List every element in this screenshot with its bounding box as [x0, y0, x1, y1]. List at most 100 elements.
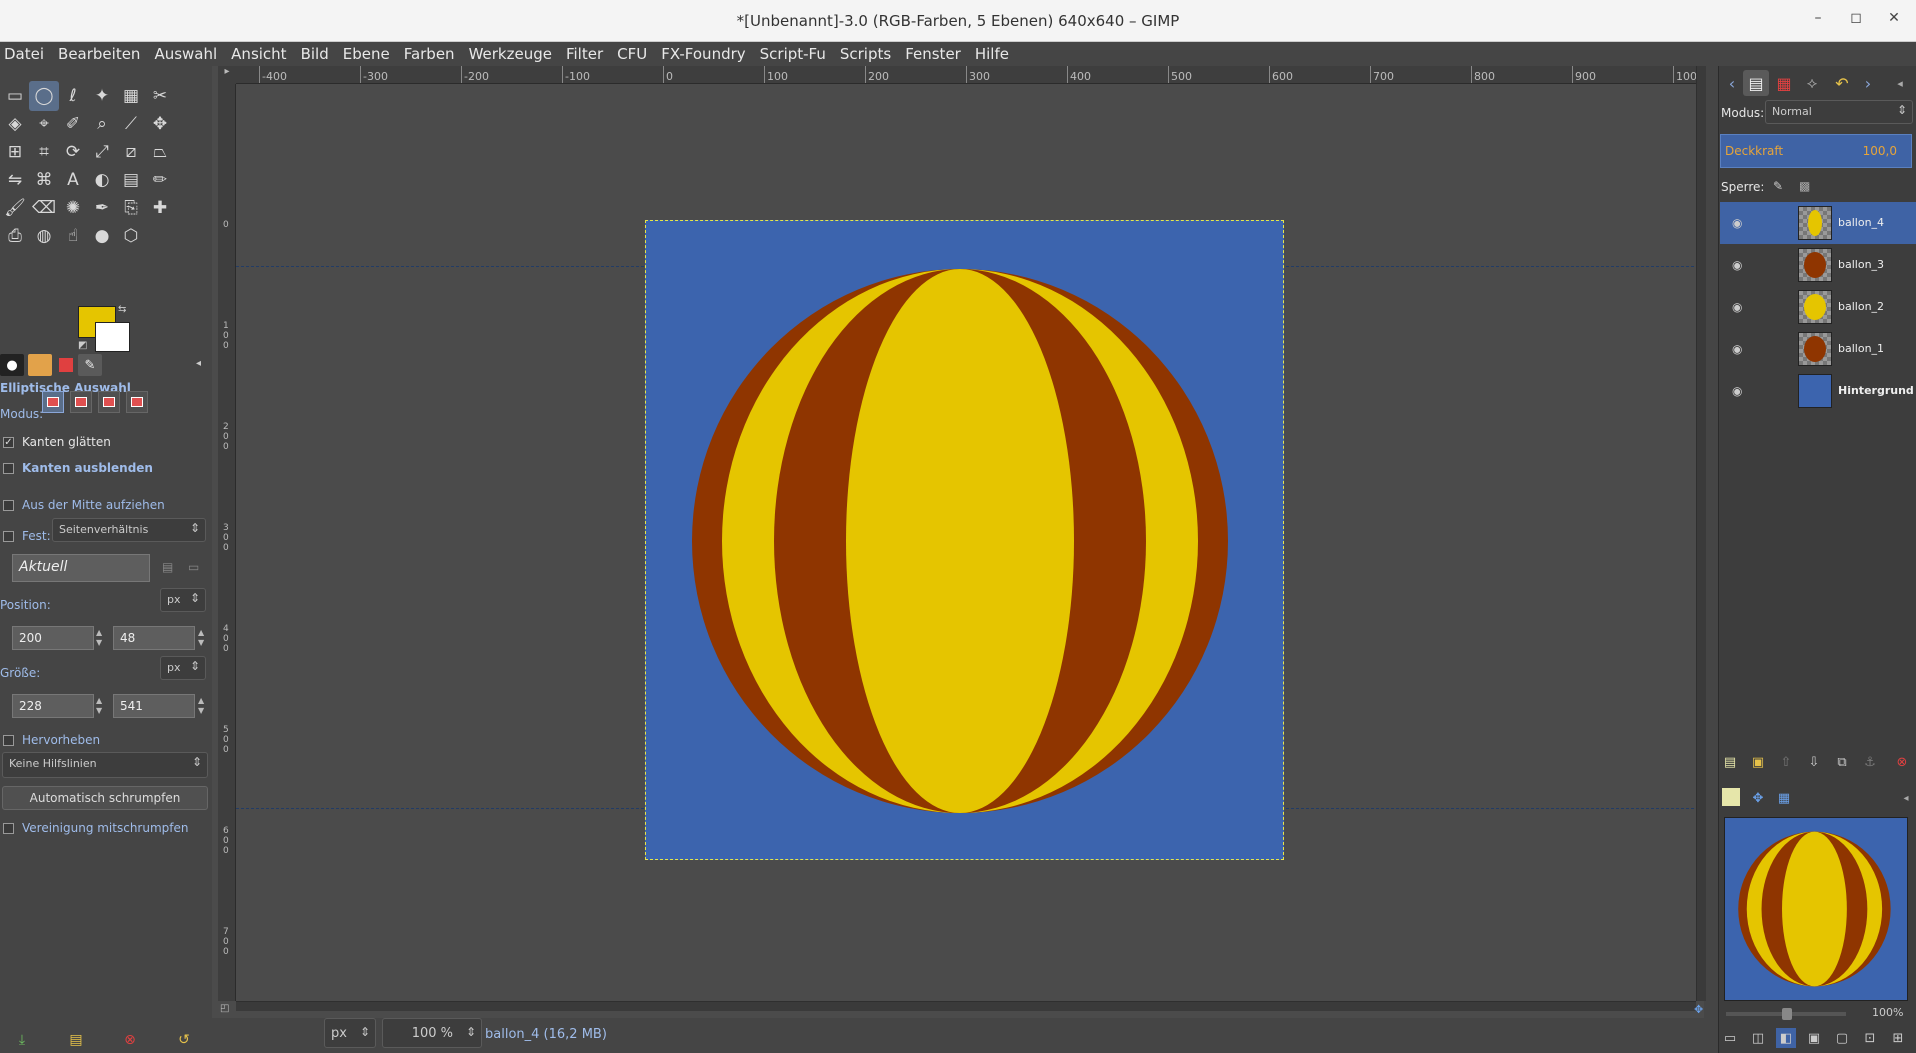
- background-color-swatch[interactable]: [95, 322, 130, 352]
- minimize-button[interactable]: –: [1806, 10, 1830, 32]
- nav-zoom-handle[interactable]: [1782, 1008, 1792, 1020]
- position-x-field[interactable]: 200: [12, 626, 94, 650]
- delete-options-icon[interactable]: ⊗: [120, 1030, 140, 1050]
- layer-row[interactable]: ◉ ballon_4: [1720, 202, 1916, 244]
- blur-icon[interactable]: ◍: [29, 221, 59, 251]
- menu-hilfe[interactable]: Hilfe: [975, 45, 1009, 63]
- ellipse-select-icon[interactable]: ◯: [29, 81, 59, 111]
- raise-layer-icon[interactable]: ⇧: [1776, 752, 1796, 772]
- navigate-icon[interactable]: ✥: [1694, 1003, 1706, 1016]
- smudge-icon[interactable]: ☝: [58, 221, 88, 251]
- spin-arrows-icon[interactable]: ▲ ▼: [96, 628, 106, 648]
- delete-layer-icon[interactable]: ⊗: [1892, 752, 1912, 772]
- spin-arrows-icon[interactable]: ▲ ▼: [198, 696, 208, 716]
- shrink-merged-checkbox[interactable]: [3, 823, 14, 834]
- paintbrush-icon[interactable]: 🖌: [0, 193, 30, 223]
- maximize-button[interactable]: ◻: [1844, 10, 1868, 32]
- auto-shrink-button[interactable]: Automatisch schrumpfen: [2, 786, 208, 810]
- scissors-icon[interactable]: ✂: [145, 81, 175, 111]
- quickmask-corner-icon[interactable]: ▸: [218, 66, 236, 84]
- pencil-icon[interactable]: ✏: [145, 165, 175, 195]
- visibility-eye-icon[interactable]: ◉: [1732, 300, 1746, 314]
- blend-icon[interactable]: ▤: [116, 165, 146, 195]
- size-width-field[interactable]: 228: [12, 694, 94, 718]
- cage-transform-icon[interactable]: ⬡: [116, 221, 146, 251]
- lock-pixels-icon[interactable]: ✎: [1773, 179, 1783, 193]
- highlight-checkbox[interactable]: [3, 735, 14, 746]
- menu-ebene[interactable]: Ebene: [343, 45, 390, 63]
- visibility-eye-icon[interactable]: ◉: [1732, 216, 1746, 230]
- menu-filter[interactable]: Filter: [566, 45, 603, 63]
- histogram-tab-icon[interactable]: ▦: [1774, 788, 1794, 808]
- airbrush-icon[interactable]: ✺: [58, 193, 88, 223]
- new-group-icon[interactable]: ▣: [1748, 752, 1768, 772]
- menu-scripts[interactable]: Scripts: [840, 45, 891, 63]
- lasso-icon[interactable]: ℓ: [58, 81, 88, 111]
- dodge-icon[interactable]: ●: [87, 221, 117, 251]
- move-icon[interactable]: ✥: [145, 109, 175, 139]
- nav-options-icon[interactable]: ⊞: [1888, 1028, 1908, 1048]
- menu-farben[interactable]: Farben: [404, 45, 455, 63]
- layer-row[interactable]: ◉ ballon_1: [1720, 328, 1916, 370]
- guides-select[interactable]: Keine Hilfslinien ⇕: [2, 752, 208, 778]
- unit-select[interactable]: px ⇕: [324, 1018, 376, 1048]
- size-unit-select[interactable]: px ⇕: [160, 656, 206, 680]
- fg-bg-tab-icon[interactable]: [1722, 788, 1740, 806]
- navigation-tab-icon[interactable]: ✥: [1748, 788, 1768, 808]
- nav-menu-icon[interactable]: ◂: [1896, 788, 1916, 808]
- text-icon[interactable]: A: [58, 165, 88, 195]
- fixed-select[interactable]: Seitenverhältnis ⇕: [52, 518, 206, 542]
- menu-bearbeiten[interactable]: Bearbeiten: [58, 45, 140, 63]
- feather-checkbox[interactable]: [3, 463, 14, 474]
- fit-image-icon[interactable]: ▣: [1804, 1028, 1824, 1048]
- zoom-select[interactable]: 100 % ⇕: [382, 1018, 482, 1048]
- foreground-select-icon[interactable]: ◈: [0, 109, 30, 139]
- paths-tab-icon[interactable]: ⟡: [1799, 70, 1825, 96]
- channels-tab-icon[interactable]: ▦: [1771, 70, 1797, 96]
- opacity-slider[interactable]: Deckkraft 100,0: [1720, 134, 1912, 168]
- panel-menu-icon[interactable]: ◂: [196, 358, 201, 369]
- mode-replace-button[interactable]: [42, 391, 64, 413]
- ink-icon[interactable]: ✒: [87, 193, 117, 223]
- zoom-icon[interactable]: ⌕: [87, 109, 117, 139]
- reset-options-icon[interactable]: ↺: [174, 1030, 194, 1050]
- eraser-icon[interactable]: ⌫: [29, 193, 59, 223]
- vertical-scrollbar[interactable]: [1696, 66, 1706, 1001]
- fuzzy-select-icon[interactable]: ✦: [87, 81, 117, 111]
- heal-icon[interactable]: ✚: [145, 193, 175, 223]
- current-value-field[interactable]: Aktuell: [12, 554, 150, 582]
- scale-icon[interactable]: ⤢: [87, 137, 117, 167]
- pattern-tab-icon[interactable]: [28, 354, 52, 376]
- visibility-eye-icon[interactable]: ◉: [1732, 342, 1746, 356]
- spin-arrows-icon[interactable]: ▲ ▼: [96, 696, 106, 716]
- size-height-field[interactable]: 541: [113, 694, 195, 718]
- rect-select-icon[interactable]: ▭: [0, 81, 30, 111]
- save-options-icon[interactable]: ⤓: [12, 1030, 32, 1050]
- layers-tab-icon[interactable]: ▤: [1743, 70, 1769, 96]
- anchor-layer-icon[interactable]: ⚓: [1860, 752, 1880, 772]
- menu-cfu[interactable]: CFU: [617, 45, 647, 63]
- expand-center-checkbox[interactable]: [3, 500, 14, 511]
- clone-icon[interactable]: ⎘: [116, 193, 146, 223]
- zoom-fit-icon[interactable]: ◰: [220, 1003, 232, 1015]
- paste-icon[interactable]: ▤: [162, 560, 173, 574]
- zoom-in-icon[interactable]: ◫: [1748, 1028, 1768, 1048]
- measure-icon[interactable]: ⟋: [116, 109, 146, 139]
- fixed-checkbox[interactable]: [3, 531, 14, 542]
- zoom-out-icon[interactable]: ▭: [1720, 1028, 1740, 1048]
- shrink-wrap-icon[interactable]: ⊡: [1860, 1028, 1880, 1048]
- color-select-icon[interactable]: ▦: [116, 81, 146, 111]
- mode-intersect-button[interactable]: [126, 391, 148, 413]
- undo-tab-icon[interactable]: ↶: [1829, 70, 1855, 96]
- aspect-icon[interactable]: ▭: [188, 560, 199, 574]
- brush-tab-icon[interactable]: ●: [0, 354, 24, 376]
- crop-icon[interactable]: ⌗: [29, 137, 59, 167]
- swap-colors-icon[interactable]: ⇆: [118, 304, 126, 315]
- align-icon[interactable]: ⊞: [0, 137, 30, 167]
- position-unit-select[interactable]: px ⇕: [160, 588, 206, 612]
- rotate-icon[interactable]: ⟳: [58, 137, 88, 167]
- tool-options-tab-icon[interactable]: ✎: [78, 354, 102, 376]
- perspective-clone-icon[interactable]: ⎙: [0, 221, 30, 251]
- flip-icon[interactable]: ⇋: [0, 165, 30, 195]
- spin-arrows-icon[interactable]: ▲ ▼: [198, 628, 208, 648]
